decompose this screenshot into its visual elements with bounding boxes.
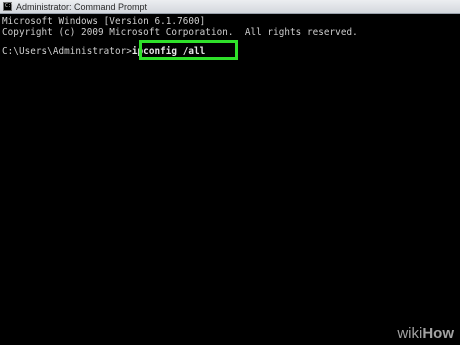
console-area[interactable]: Microsoft Windows [Version 6.1.7600] Cop… <box>0 14 460 345</box>
cmd-icon: C:\ <box>3 2 15 11</box>
console-line-copyright: Copyright (c) 2009 Microsoft Corporation… <box>2 27 358 38</box>
window-title: Administrator: Command Prompt <box>16 2 148 12</box>
wikihow-watermark: wikiHow <box>397 325 454 342</box>
command-highlight-box <box>139 40 238 60</box>
console-prompt: C:\Users\Administrator> <box>2 46 132 57</box>
watermark-wiki: wiki <box>397 325 423 342</box>
watermark-how: How <box>422 325 454 342</box>
console-line-version: Microsoft Windows [Version 6.1.7600] <box>2 16 206 27</box>
window-titlebar[interactable]: C:\ Administrator: Command Prompt <box>0 0 460 14</box>
